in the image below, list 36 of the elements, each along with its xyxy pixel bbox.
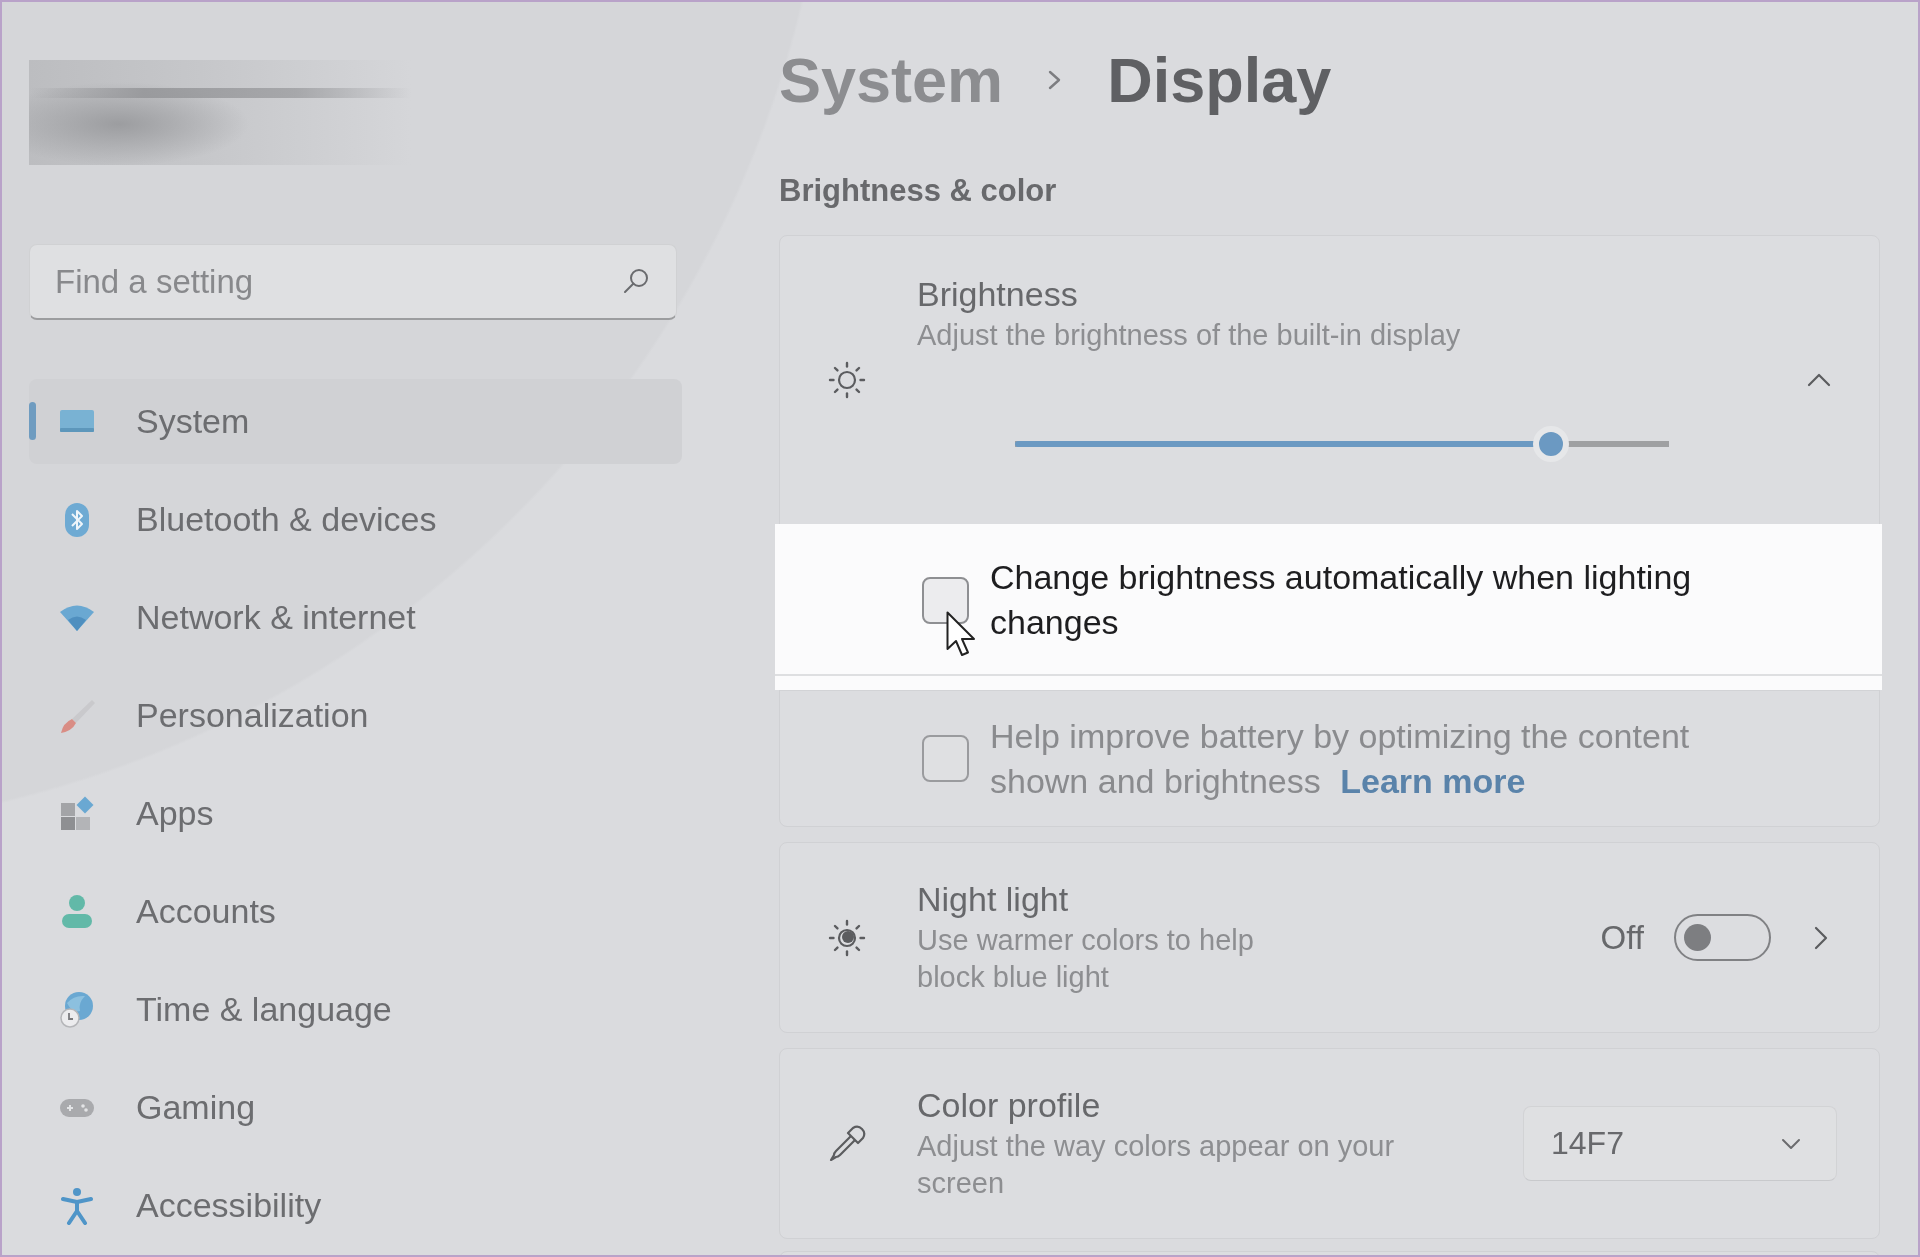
setting-description: Use warmer colors to help block blue light — [917, 923, 1255, 995]
search-icon[interactable] — [623, 268, 649, 294]
nav-item[interactable]: System — [29, 379, 682, 464]
nav-item[interactable]: Apps — [29, 771, 682, 856]
half-sun-icon — [827, 917, 867, 958]
globe-clock-icon — [58, 990, 96, 1029]
setting-title: Night light — [917, 879, 1070, 919]
search-field[interactable]: Find a setting — [29, 244, 677, 320]
nav-item[interactable]: Time & language — [29, 967, 682, 1052]
learn-more-link[interactable]: Learn more — [1340, 761, 1526, 800]
nav-item[interactable]: Network & internet — [29, 575, 682, 660]
setting-title: Color profile — [917, 1085, 1102, 1125]
mouse-pointer-icon — [946, 610, 977, 657]
toggle-switch[interactable] — [1674, 914, 1771, 961]
apps-grid-icon — [58, 794, 96, 833]
accessibility-icon — [58, 1186, 96, 1225]
page-title: Display — [1107, 44, 1332, 117]
nav-item[interactable]: Accounts — [29, 869, 682, 954]
nav-item[interactable]: Accessibility — [29, 1163, 682, 1248]
sun-icon — [827, 360, 867, 400]
section-heading: Brightness & color — [779, 172, 1058, 210]
slider-thumb[interactable] — [1533, 426, 1570, 462]
breadcrumb-link[interactable]: System — [779, 40, 1004, 120]
setting-description: Adjust the brightness of the built-in display — [917, 318, 1462, 353]
profile-dropdown[interactable]: 14F7 — [1523, 1106, 1837, 1181]
setting-title: Brightness — [917, 274, 1079, 314]
toggle-state-label: Off — [1600, 918, 1644, 957]
option-label: Change brightness automatically when lighting changes — [990, 557, 1693, 643]
nav-item[interactable]: Personalization — [29, 673, 682, 758]
checkbox[interactable] — [922, 735, 969, 782]
setting-description: Adjust the way colors appear on your screen — [917, 1129, 1396, 1201]
chevron-down-icon — [1780, 1136, 1802, 1151]
eyedropper-icon — [827, 1123, 867, 1164]
nav-item[interactable]: Bluetooth & devices — [29, 477, 682, 562]
nav-item[interactable]: Gaming — [29, 1065, 682, 1150]
option-label: Help improve battery by optimizing the content shown and brightness Learn more — [990, 715, 1691, 802]
